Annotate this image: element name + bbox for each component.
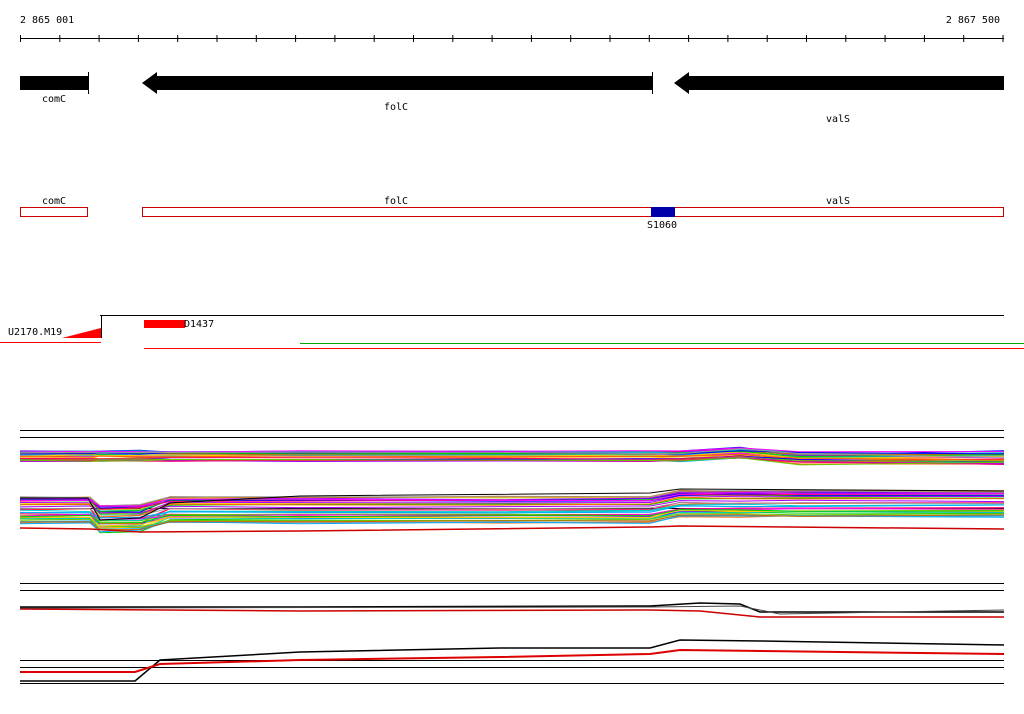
coordinate-ruler: 2 865 001 2 867 500 — [20, 15, 1004, 42]
feature-folC-valS-box[interactable] — [142, 207, 1004, 217]
read-U2170-wedge[interactable] — [62, 328, 101, 338]
gene-valS[interactable]: valS — [674, 72, 1004, 125]
gene-folC[interactable]: folC — [142, 72, 653, 113]
feature-folC-label: folC — [384, 196, 408, 207]
expression-track-multi — [19, 430, 1005, 534]
feature-track: comC folC valS S1060 — [20, 196, 1004, 231]
reads-track: U2170.M19 D1437 — [0, 315, 1024, 349]
genome-browser-canvas: 2 865 001 2 867 500 comC folC valS comC … — [0, 15, 1024, 684]
compare-series-group — [19, 602, 1005, 682]
ruler-start-label: 2 865 001 — [20, 15, 74, 26]
read-D1437-label: D1437 — [184, 319, 214, 330]
read-D1437-bar[interactable] — [144, 320, 185, 328]
feature-valS-label: valS — [826, 196, 850, 207]
gene-comC-arrow[interactable] — [20, 76, 88, 90]
gene-comC[interactable]: comC — [20, 72, 89, 105]
gene-valS-label: valS — [826, 114, 850, 125]
ruler-end-label: 2 867 500 — [946, 15, 1000, 26]
feature-comC-box[interactable] — [20, 207, 88, 217]
site-S1060-marker[interactable] — [651, 207, 675, 217]
gene-comC-label: comC — [42, 94, 66, 105]
gene-folC-arrow[interactable] — [142, 72, 652, 94]
expression-series-group — [19, 446, 1005, 534]
site-S1060-label: S1060 — [647, 220, 677, 231]
read-U2170-label: U2170.M19 — [8, 327, 62, 338]
expression-trace-red — [19, 525, 1005, 533]
feature-comC-label: comC — [42, 196, 66, 207]
gene-valS-arrow[interactable] — [674, 72, 1004, 94]
gene-track: comC folC valS — [20, 72, 1004, 125]
expression-track-compare — [19, 583, 1005, 684]
gene-folC-label: folC — [384, 102, 408, 113]
